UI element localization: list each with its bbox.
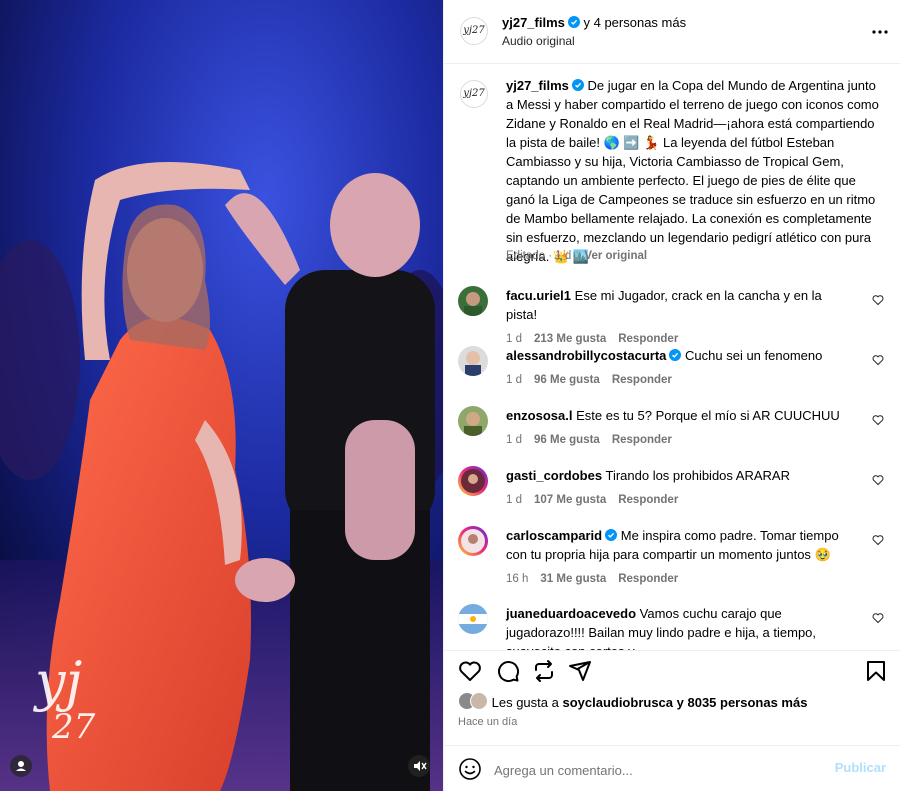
post-details-panel: yj27 yj27_films y 4 personas más Audio o… — [443, 0, 900, 791]
watermark-logo: yj — [33, 650, 82, 713]
comment-username[interactable]: carloscamparid — [506, 528, 602, 543]
comment-likes[interactable]: 96 Me gusta — [534, 434, 600, 446]
svg-text:27: 27 — [51, 707, 96, 747]
publish-button[interactable]: Publicar — [835, 760, 886, 775]
comment-input[interactable] — [492, 758, 816, 782]
caption-body: yj27_films De jugar en la Copa del Mundo… — [506, 76, 886, 266]
verified-badge-icon — [669, 349, 682, 361]
comment-likes[interactable]: 107 Me gusta — [534, 494, 606, 506]
comment-username[interactable]: gasti_cordobes — [506, 468, 602, 483]
tagged-user-icon[interactable] — [10, 755, 32, 777]
comment-text: Tirando los prohibidos ARARAR — [605, 468, 790, 483]
verified-badge-icon — [571, 79, 584, 91]
likes-user[interactable]: soyclaudiobrusca — [562, 695, 673, 710]
caption-avatar[interactable]: yj27 — [460, 80, 488, 108]
comment-text: Cuchu sei un fenomeno — [685, 348, 823, 363]
author-username[interactable]: yj27_films — [502, 15, 565, 30]
like-comment-icon[interactable] — [872, 414, 884, 426]
verified-badge-icon — [567, 16, 580, 28]
mute-icon[interactable] — [408, 755, 430, 777]
reply-button[interactable]: Responder — [618, 494, 678, 506]
post-header: yj27 yj27_films y 4 personas más Audio o… — [444, 0, 900, 64]
like-comment-icon[interactable] — [872, 294, 884, 306]
liker-avatar — [470, 692, 488, 710]
comment-bubble-icon[interactable] — [496, 659, 520, 683]
audio-link[interactable]: Audio original — [502, 34, 575, 48]
commenter-avatar[interactable] — [458, 604, 488, 634]
like-comment-icon[interactable] — [872, 612, 884, 624]
like-comment-icon[interactable] — [872, 474, 884, 486]
comment-likes[interactable]: 96 Me gusta — [534, 374, 600, 386]
like-heart-icon[interactable] — [458, 659, 482, 683]
commenter-avatar[interactable] — [458, 346, 488, 376]
caption-text: De jugar en la Copa del Mundo de Argenti… — [506, 78, 879, 264]
comment-time: 1 d — [506, 434, 522, 446]
comment-time: 16 h — [506, 573, 529, 585]
reply-button[interactable]: Responder — [618, 573, 678, 585]
emoji-icon[interactable] — [458, 757, 482, 781]
comment-username[interactable]: facu.uriel1 — [506, 288, 571, 303]
comment-time: 1 d — [506, 494, 522, 506]
commenter-avatar[interactable] — [458, 286, 488, 316]
post-viewer: yj 27 yj27 yj27_films y 4 personas más A… — [0, 0, 900, 791]
video-frame: yj 27 — [0, 0, 443, 791]
comment-time: 1 d — [506, 374, 522, 386]
see-original-link[interactable]: Ver original — [584, 250, 647, 262]
comment-composer: Publicar — [444, 745, 900, 792]
commenter-avatar[interactable] — [458, 466, 488, 496]
comment-item: juaneduardoacevedo Vamos cuchu carajo qu… — [458, 604, 888, 650]
share-send-icon[interactable] — [568, 659, 592, 683]
bookmark-icon[interactable] — [864, 659, 888, 683]
comment-username[interactable]: alessandrobillycostacurta — [506, 348, 666, 363]
likes-count[interactable]: y 8035 personas más — [677, 695, 808, 710]
caption-username[interactable]: yj27_films — [506, 78, 569, 93]
more-options-icon[interactable] — [870, 22, 890, 42]
comment-time: 1 d — [506, 333, 522, 345]
caption-meta: Editado · 1 d Ver original — [506, 250, 647, 262]
comment-likes[interactable]: 213 Me gusta — [534, 333, 606, 345]
comment-username[interactable]: enzososa.l — [506, 408, 572, 423]
comment-text: Este es tu 5? Porque el mío si AR CUUCHU… — [576, 408, 840, 423]
likes-summary: Les gusta a soyclaudiobrusca y 8035 pers… — [458, 692, 807, 710]
verified-badge-icon — [605, 529, 618, 541]
reply-button[interactable]: Responder — [612, 434, 672, 446]
action-bar — [444, 650, 900, 691]
like-comment-icon[interactable] — [872, 534, 884, 546]
likes-prefix: Les gusta a — [491, 695, 559, 710]
like-comment-icon[interactable] — [872, 354, 884, 366]
comment-username[interactable]: juaneduardoacevedo — [506, 606, 636, 621]
author-line: yj27_films y 4 personas más — [502, 15, 686, 30]
collab-link[interactable]: y 4 personas más — [584, 15, 687, 30]
author-avatar[interactable]: yj27 — [460, 17, 488, 45]
caption-edited: Editado · 1 d — [506, 250, 572, 262]
commenter-avatar[interactable] — [458, 526, 488, 556]
comment-likes[interactable]: 31 Me gusta — [540, 573, 606, 585]
reply-button[interactable]: Responder — [618, 333, 678, 345]
reply-button[interactable]: Responder — [612, 374, 672, 386]
post-timestamp[interactable]: Hace un día — [458, 716, 517, 728]
commenter-avatar[interactable] — [458, 406, 488, 436]
repost-icon[interactable] — [532, 659, 556, 683]
video-player[interactable]: yj 27 — [0, 0, 443, 791]
